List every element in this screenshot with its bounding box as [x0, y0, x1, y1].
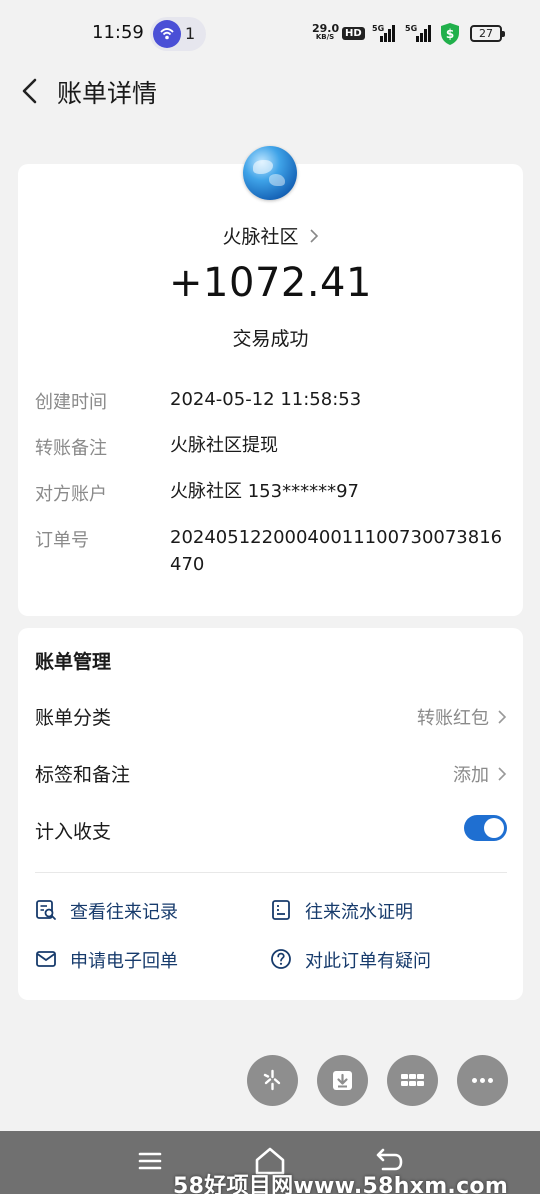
row-value: 转账红包 — [417, 708, 489, 729]
notification-count: 1 — [185, 24, 196, 43]
question-icon — [270, 948, 292, 970]
grid-icon — [401, 1074, 424, 1086]
info-label: 创建时间 — [35, 392, 107, 413]
page-header: 账单详情 — [0, 68, 540, 118]
grid-button[interactable] — [387, 1055, 438, 1106]
hd-badge: HD — [342, 27, 365, 40]
section-title: 账单管理 — [35, 651, 112, 673]
menu-icon — [138, 1152, 162, 1170]
chevron-right-icon — [497, 765, 507, 787]
menu-nav-button[interactable] — [133, 1143, 169, 1179]
document-icon — [270, 899, 292, 921]
row-value: 添加 — [453, 765, 489, 786]
bill-manage-card: 账单管理 账单分类 转账红包 标签和备注 添加 计入收支 查看往来记录 往来流水… — [18, 628, 523, 1000]
merchant-name: 火脉社区 — [222, 226, 299, 248]
income-toggle[interactable] — [464, 815, 507, 841]
notification-pill[interactable]: 1 — [150, 17, 206, 51]
transaction-amount: +1072.41 — [169, 260, 372, 306]
info-value: 火脉社区提现 — [170, 435, 278, 456]
divider — [35, 872, 507, 873]
income-toggle-row: 计入收支 — [35, 813, 507, 849]
link-label: 查看往来记录 — [70, 902, 178, 923]
more-icon — [472, 1078, 493, 1083]
network-speed: 29.0 KB/S — [312, 22, 340, 41]
status-bar: 11:59 1 29.0 KB/S HD 5G 5G $ 27 — [0, 0, 540, 68]
row-label: 标签和备注 — [35, 764, 131, 786]
sparkle-button[interactable] — [247, 1055, 298, 1106]
info-label: 订单号 — [35, 530, 89, 551]
page-title: 账单详情 — [57, 79, 158, 108]
info-value: 2024-05-12 11:58:53 — [170, 389, 362, 410]
search-record-icon — [35, 899, 57, 921]
download-icon — [333, 1071, 352, 1090]
toggle-knob — [484, 818, 504, 838]
merchant-logo — [243, 146, 297, 200]
transaction-status: 交易成功 — [232, 328, 309, 350]
tags-notes-row[interactable]: 标签和备注 添加 — [35, 756, 507, 792]
battery-icon: 27 — [470, 25, 505, 42]
more-button[interactable] — [457, 1055, 508, 1106]
signal-sim1-icon: 5G — [372, 24, 396, 42]
bill-category-row[interactable]: 账单分类 转账红包 — [35, 699, 507, 735]
bill-detail-card: 火脉社区 +1072.41 交易成功 创建时间 2024-05-12 11:58… — [18, 146, 523, 616]
sparkle-icon — [263, 1069, 281, 1091]
chevron-right-icon — [309, 227, 319, 249]
chevron-right-icon — [497, 708, 507, 730]
row-label: 账单分类 — [35, 707, 112, 729]
signal-sim2-icon: 5G — [402, 24, 434, 42]
watermark-text: 58好项目网www.58hxm.com — [173, 1174, 509, 1194]
mail-icon — [35, 948, 57, 970]
info-label: 转账备注 — [35, 438, 107, 459]
download-button[interactable] — [317, 1055, 368, 1106]
security-shield-icon: $ — [440, 22, 460, 46]
chevron-left-icon — [22, 78, 37, 104]
info-value: 火脉社区 153******97 — [170, 481, 359, 502]
back-button[interactable] — [16, 74, 46, 108]
hotspot-icon — [153, 20, 181, 48]
svg-text:$: $ — [446, 27, 454, 41]
link-label: 申请电子回单 — [70, 951, 178, 972]
merchant-link[interactable]: 火脉社区 — [18, 222, 523, 249]
info-label: 对方账户 — [35, 484, 107, 505]
row-label: 计入收支 — [35, 821, 112, 843]
status-time: 11:59 — [92, 22, 144, 43]
link-label: 对此订单有疑问 — [305, 951, 431, 972]
link-label: 往来流水证明 — [305, 902, 413, 923]
info-value: 20240512200040011100730073816470 — [170, 527, 503, 575]
